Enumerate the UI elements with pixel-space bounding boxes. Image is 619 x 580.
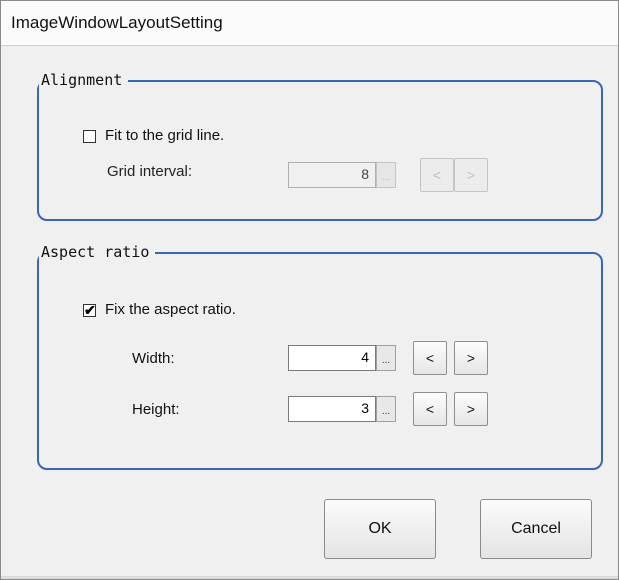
grid-interval-input[interactable]: 8	[288, 162, 376, 188]
width-label: Width:	[132, 350, 175, 367]
fit-grid-label[interactable]: Fit to the grid line.	[105, 127, 224, 144]
cancel-button[interactable]: Cancel	[480, 499, 592, 559]
checkmark-icon: ✔	[84, 302, 96, 318]
fix-aspect-checkbox[interactable]: ✔	[83, 302, 96, 318]
alignment-group: Alignment Fit to the grid line. Grid int…	[37, 69, 603, 221]
height-decrement-button[interactable]: <	[413, 392, 447, 426]
aspect-ratio-legend: Aspect ratio	[39, 241, 156, 263]
height-input[interactable]: 3	[288, 396, 376, 422]
image-window-layout-dialog: ImageWindowLayoutSetting Alignment Fit t…	[0, 0, 619, 580]
grid-interval-increment-button[interactable]: >	[454, 158, 488, 192]
width-decrement-button[interactable]: <	[413, 341, 447, 375]
height-increment-button[interactable]: >	[454, 392, 488, 426]
grid-interval-ellipsis-button[interactable]: ...	[376, 162, 396, 188]
height-ellipsis-button[interactable]: ...	[376, 396, 396, 422]
fit-grid-checkbox[interactable]	[83, 130, 96, 143]
width-ellipsis-button[interactable]: ...	[376, 345, 396, 371]
grid-interval-label: Grid interval:	[107, 163, 193, 180]
aspect-ratio-group: Aspect ratio ✔ Fix the aspect ratio. Wid…	[37, 241, 603, 470]
alignment-legend: Alignment	[39, 69, 129, 91]
width-increment-button[interactable]: >	[454, 341, 488, 375]
ok-button[interactable]: OK	[324, 499, 436, 559]
height-label: Height:	[132, 401, 180, 418]
bottom-edge	[1, 576, 618, 579]
title-bar: ImageWindowLayoutSetting	[1, 1, 618, 46]
window-title: ImageWindowLayoutSetting	[11, 13, 223, 32]
fix-aspect-label[interactable]: Fix the aspect ratio.	[105, 301, 236, 318]
grid-interval-decrement-button[interactable]: <	[420, 158, 454, 192]
width-input[interactable]: 4	[288, 345, 376, 371]
